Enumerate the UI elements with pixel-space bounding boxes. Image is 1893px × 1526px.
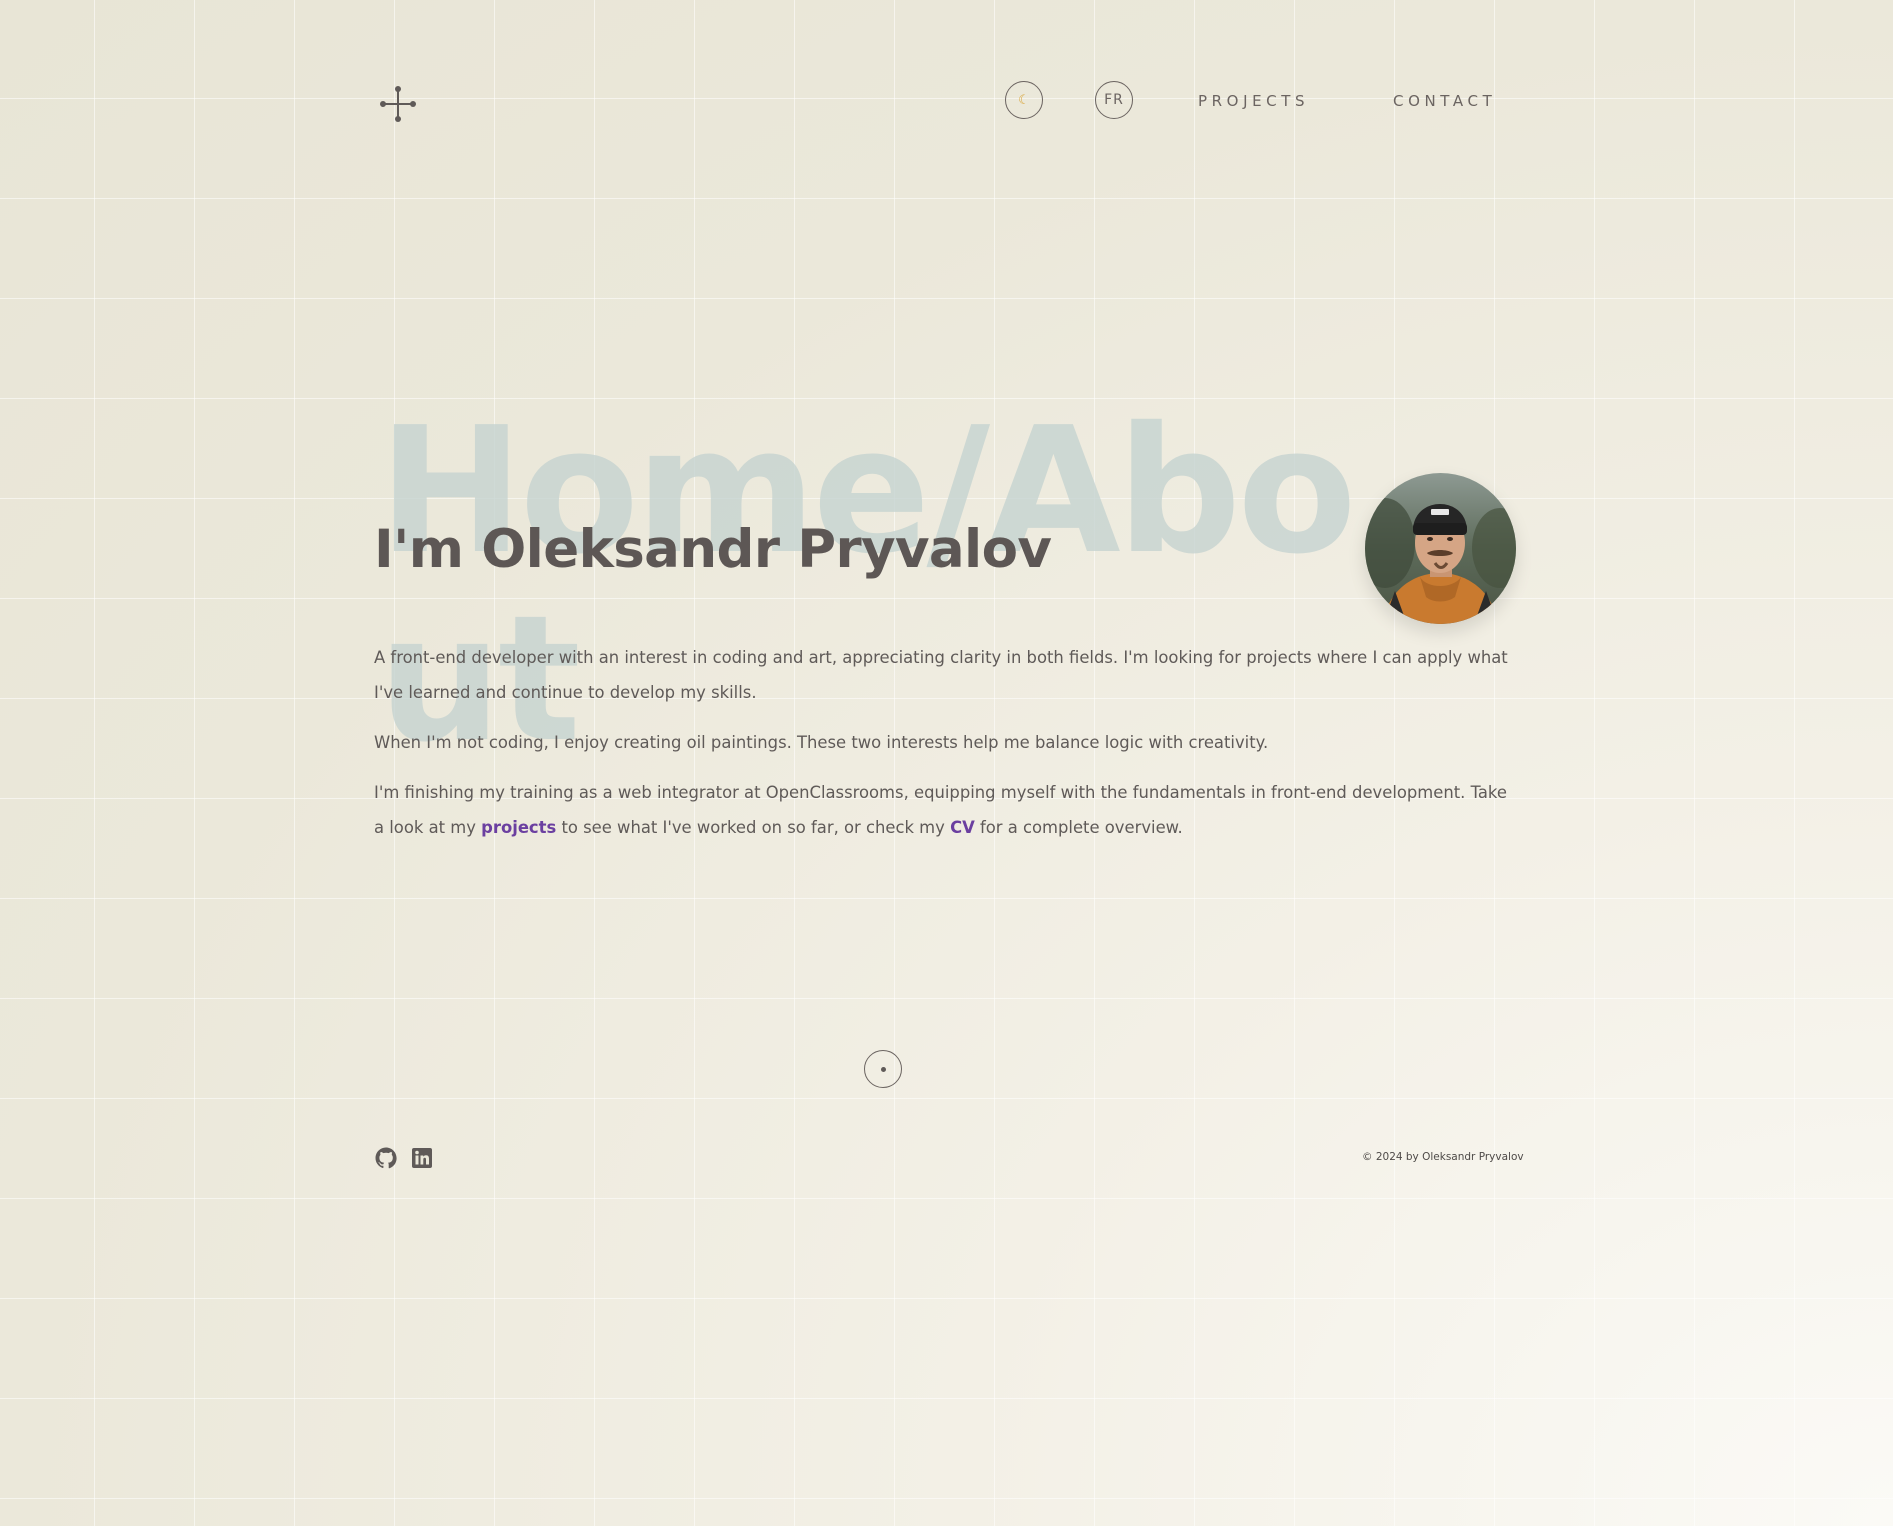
copyright-text: © 2024 by Oleksandr Pryvalov xyxy=(1362,1151,1524,1163)
crescent-moon-icon: ☾ xyxy=(1018,92,1030,108)
nav-contact-link[interactable]: CONTACT xyxy=(1393,92,1496,110)
github-icon[interactable] xyxy=(374,1146,398,1170)
page-title: I'm Oleksandr Pryvalov xyxy=(374,519,1052,580)
projects-link[interactable]: projects xyxy=(481,818,556,837)
theme-toggle-button[interactable]: ☾ xyxy=(1005,81,1043,119)
language-toggle-button[interactable]: FR xyxy=(1095,81,1133,119)
bio-paragraph-1: A front-end developer with an interest i… xyxy=(374,648,1508,702)
nav-projects-link[interactable]: PROJECTS xyxy=(1198,92,1309,110)
bio-paragraph-2: When I'm not coding, I enjoy creating oi… xyxy=(374,733,1269,752)
scroll-indicator-button[interactable] xyxy=(864,1050,902,1088)
cv-link[interactable]: CV xyxy=(950,818,975,837)
bio-text: to see what I've worked on so far, or ch… xyxy=(556,818,951,837)
avatar xyxy=(1365,473,1516,624)
logo-icon[interactable] xyxy=(378,84,418,124)
dot-icon xyxy=(880,1066,886,1072)
linkedin-icon[interactable] xyxy=(410,1146,434,1170)
bio-text: for a complete overview. xyxy=(974,818,1183,837)
page-container: ☾ FR PROJECTS CONTACT Home/About I'm Ole… xyxy=(374,0,1524,1526)
bio-paragraph-3: I'm finishing my training as a web integ… xyxy=(374,775,1519,845)
bio-section: A front-end developer with an interest i… xyxy=(374,640,1519,860)
